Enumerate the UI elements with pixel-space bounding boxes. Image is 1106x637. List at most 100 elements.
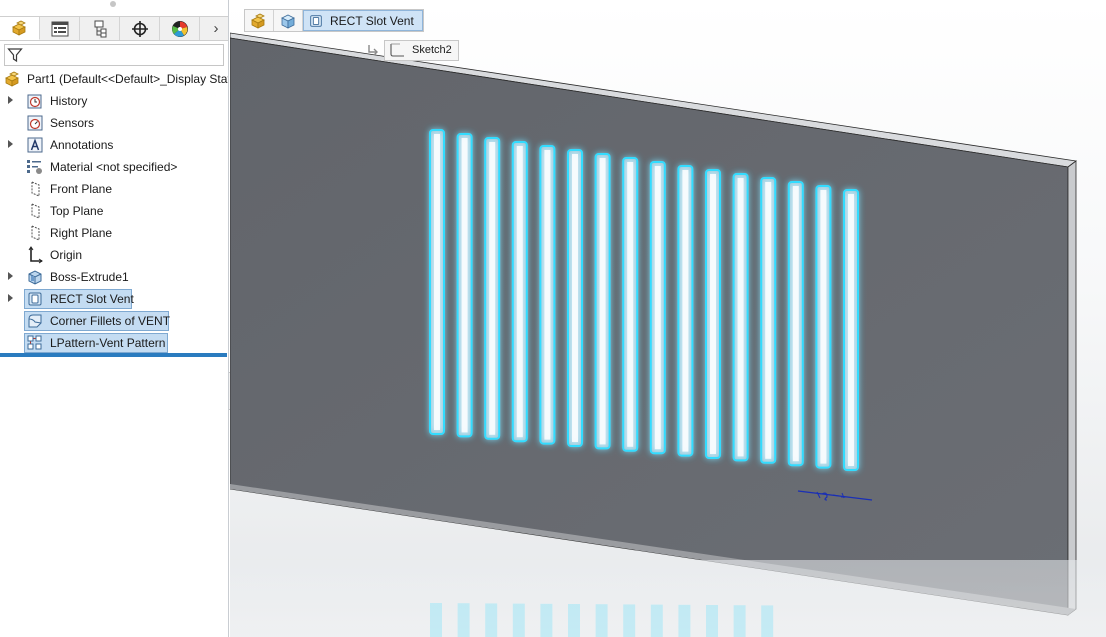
vent-slot-core: [820, 190, 827, 464]
vent-slot-reflection: [595, 604, 608, 637]
breadcrumb-sketch[interactable]: Sketch2: [366, 39, 459, 61]
breadcrumb-label: RECT Slot Vent: [330, 13, 414, 28]
tree-item-label: LPattern-Vent Pattern: [50, 336, 166, 350]
model-scene: [230, 32, 1106, 637]
tree-item-origin[interactable]: Origin: [0, 245, 228, 265]
child-arrow-icon: [368, 45, 378, 56]
part-icon: [5, 71, 19, 87]
tree-item-history[interactable]: History: [0, 91, 228, 111]
tree-item-front-plane[interactable]: Front Plane: [0, 179, 228, 199]
tab-featuremanager-tree[interactable]: [0, 17, 40, 40]
material-icon: [27, 160, 42, 174]
sketch-icon: [390, 43, 404, 57]
tree-item-annotations[interactable]: Annotations: [0, 135, 228, 155]
breadcrumb-rect-slot-vent[interactable]: RECT Slot Vent: [303, 10, 423, 31]
plate-right-edge: [1067, 160, 1077, 616]
vent-slot-reflection: [623, 604, 636, 637]
breadcrumb-part[interactable]: [245, 10, 274, 31]
vent-slot-reflection: [678, 604, 691, 637]
tree-item-label: Material <not specified>: [50, 160, 178, 174]
vent-slot-core: [489, 142, 496, 435]
sketch-crumb-box[interactable]: Sketch2: [384, 39, 459, 61]
fillet-icon: [28, 314, 42, 328]
vent-slot-reflection: [430, 603, 442, 637]
vent-slot-core: [848, 194, 854, 466]
configuration-icon: [94, 20, 106, 37]
tree-item-top-plane[interactable]: Top Plane: [0, 201, 228, 221]
breadcrumb-body[interactable]: [274, 10, 303, 31]
tree-item-label: RECT Slot Vent: [50, 292, 134, 306]
funnel-icon: [7, 48, 23, 63]
tab-dimxpert-manager[interactable]: [120, 17, 160, 40]
tab-configuration-manager[interactable]: [80, 17, 120, 40]
vent-slot-reflection: [706, 605, 718, 637]
vent-slot-reflection: [485, 603, 498, 637]
plane-icon: [31, 225, 40, 241]
tree-item-lpattern-vent-pattern[interactable]: LPattern-Vent Pattern: [0, 333, 228, 353]
tree-item-material[interactable]: Material <not specified>: [0, 157, 228, 177]
tab-property-manager[interactable]: [40, 17, 80, 40]
plate-front-face: [230, 37, 1069, 616]
sensor-gauge-icon: [27, 115, 43, 131]
tree-item-corner-fillets-of-vent[interactable]: Corner Fillets of VENT: [0, 311, 228, 331]
property-list-icon: [51, 21, 68, 36]
manager-tab-bar: ›: [0, 16, 228, 41]
history-clock-icon: [27, 94, 42, 109]
plane-icon: [31, 181, 40, 197]
rollback-bar[interactable]: [0, 353, 227, 357]
plane-icon: [31, 203, 40, 219]
vent-slot-core: [654, 166, 661, 450]
feature-manager-panel: › Part1 (Default<<Default>_Display State…: [0, 0, 229, 637]
tree-item-sensors[interactable]: Sensors: [0, 113, 228, 133]
tree-item-boss-extrude1[interactable]: Boss-Extrude1: [0, 267, 228, 287]
more-tabs-button[interactable]: ›: [203, 17, 228, 40]
vent-slot-reflection: [540, 603, 553, 637]
tree-item-right-plane[interactable]: Right Plane: [0, 223, 228, 243]
tree-root-part[interactable]: Part1 (Default<<Default>_Display State: [0, 69, 229, 89]
tree-item-label: Annotations: [50, 138, 114, 152]
vent-slot-reflection: [512, 603, 525, 637]
linear-pattern-icon: [27, 335, 42, 350]
tree-filter-input[interactable]: [4, 44, 224, 66]
vent-slot-core: [627, 162, 634, 447]
vent-slot-core: [765, 182, 772, 459]
vent-slot-core: [572, 154, 578, 442]
expand-arrow-icon[interactable]: [8, 272, 13, 280]
annotation-a-icon: [27, 137, 43, 153]
tab-display-manager[interactable]: [160, 17, 200, 40]
tree-item-label: Corner Fillets of VENT: [50, 314, 171, 328]
cut-extrude-icon: [28, 292, 42, 306]
vent-slot-reflection: [568, 604, 580, 637]
body-cube-icon: [281, 14, 295, 29]
expand-arrow-icon[interactable]: [8, 140, 13, 148]
tree-root-label: Part1 (Default<<Default>_Display State: [27, 72, 229, 86]
vent-slot-core: [710, 174, 716, 454]
extrude-icon: [28, 270, 42, 285]
breadcrumb: RECT Slot Vent: [244, 9, 424, 32]
part-icon: [251, 13, 265, 29]
cut-extrude-icon: [310, 14, 322, 27]
vent-slot-core: [682, 170, 689, 452]
graphics-viewport[interactable]: RECT Slot Vent Sketch2: [230, 0, 1106, 637]
tree-item-label: Front Plane: [50, 182, 113, 196]
part-cubes-icon: [11, 20, 26, 36]
panel-grip-handle[interactable]: [110, 1, 116, 7]
tree-item-label: Origin: [50, 248, 83, 262]
vent-slot-core: [599, 158, 606, 445]
vent-slot-core: [792, 186, 799, 462]
origin-axes-icon: [28, 246, 43, 264]
vent-slot-reflection: [761, 605, 774, 637]
vent-slot-reflection: [650, 604, 663, 637]
vent-slot-core: [461, 138, 468, 433]
expand-arrow-icon[interactable]: [8, 96, 13, 104]
color-wheel-icon: [171, 20, 188, 37]
tree-item-rect-slot-vent[interactable]: RECT Slot Vent: [0, 289, 228, 309]
expand-arrow-icon[interactable]: [8, 294, 13, 302]
tree-item-label: Top Plane: [50, 204, 104, 218]
vent-slot-core: [434, 134, 440, 430]
vent-slot-reflection: [457, 603, 470, 637]
tree-item-label: History: [50, 94, 88, 108]
tree-item-label: Sensors: [50, 116, 95, 130]
tree-item-label: Boss-Extrude1: [50, 270, 129, 284]
vent-slot-reflection: [733, 605, 746, 637]
